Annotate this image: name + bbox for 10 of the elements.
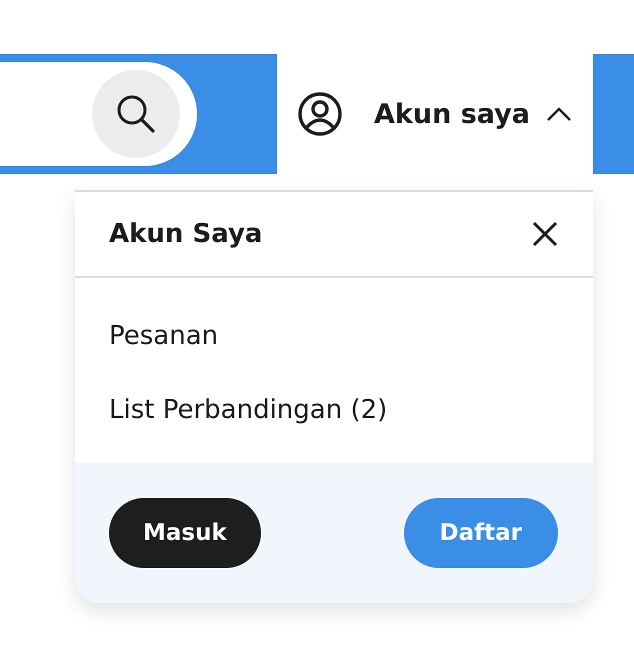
caret-icon — [546, 106, 572, 122]
search-field[interactable] — [0, 62, 197, 166]
login-button[interactable]: Masuk — [109, 498, 261, 568]
user-icon — [297, 91, 343, 137]
menu-item[interactable]: List Perbandingan (2) — [109, 392, 559, 429]
menu-title: Akun Saya — [109, 219, 262, 249]
menu-item[interactable]: Pesanan — [109, 318, 559, 354]
close-button[interactable] — [531, 220, 559, 248]
search-button[interactable] — [92, 70, 180, 158]
close-icon — [531, 220, 559, 248]
